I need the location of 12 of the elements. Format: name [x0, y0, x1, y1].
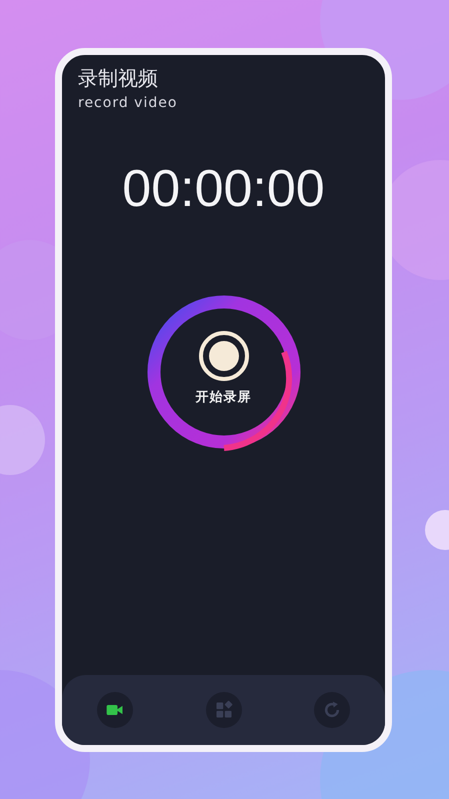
timer-display: 00:00:00 — [122, 159, 325, 219]
page-title: 录制视频 — [78, 65, 158, 91]
video-camera-tab[interactable] — [97, 692, 133, 728]
background-blob — [0, 405, 45, 475]
record-icon — [198, 330, 250, 382]
refresh-tab[interactable] — [314, 692, 350, 728]
grid-icon — [214, 700, 234, 720]
page-subtitle: record video — [78, 95, 178, 111]
grid-tab[interactable] — [206, 692, 242, 728]
record-button[interactable]: 开始录屏 — [144, 292, 304, 452]
refresh-icon — [322, 700, 342, 720]
background-blob — [425, 510, 449, 550]
